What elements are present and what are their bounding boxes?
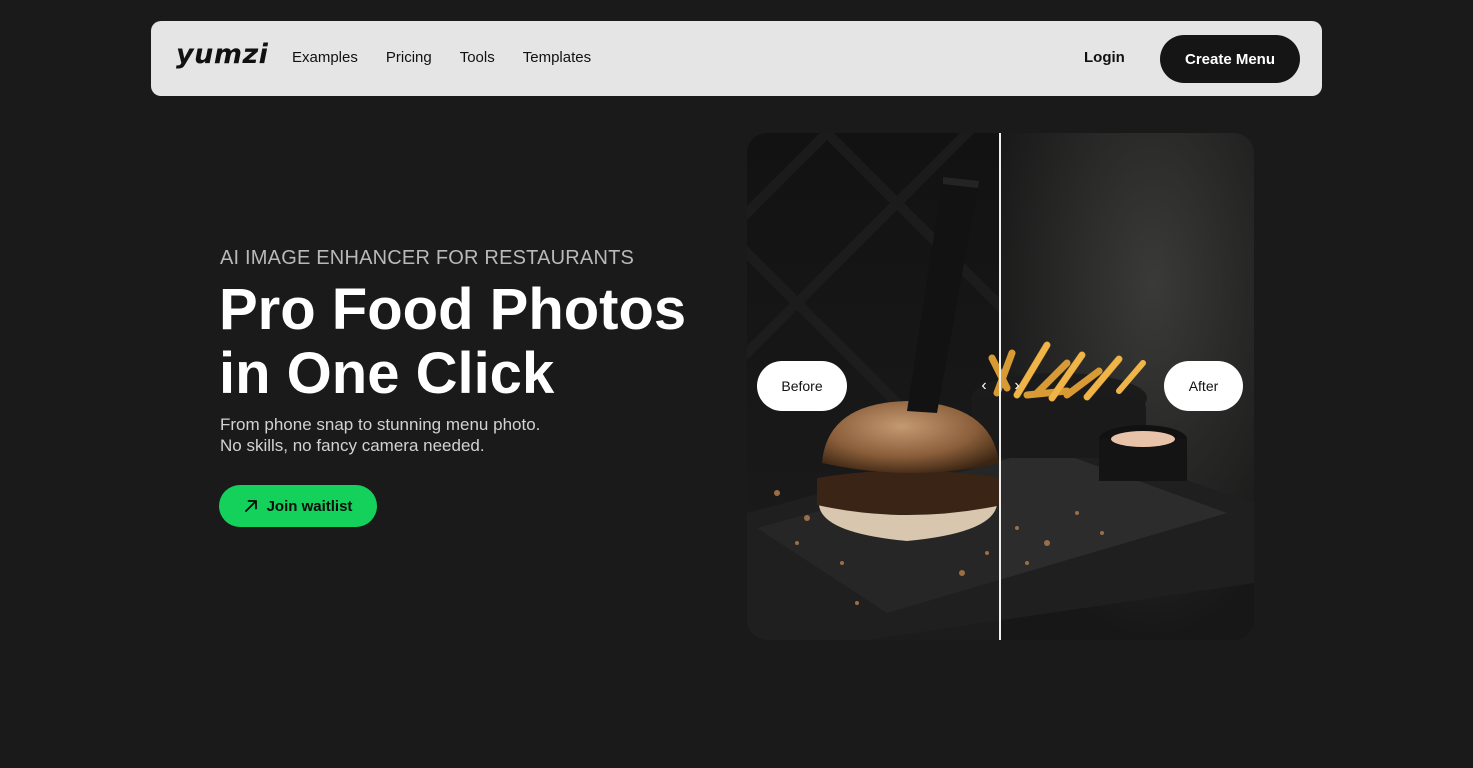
join-waitlist-button[interactable]: Join waitlist (219, 485, 377, 527)
login-link[interactable]: Login (1084, 49, 1125, 66)
before-label: Before (757, 361, 847, 411)
hero-subtext-line-1: From phone snap to stunning menu photo. (220, 415, 541, 434)
nav-link-pricing[interactable]: Pricing (386, 49, 432, 66)
nav-links: Examples Pricing Tools Templates (292, 49, 591, 66)
nav-link-examples[interactable]: Examples (292, 49, 358, 66)
hero-headline-line-2: in One Click (219, 341, 555, 406)
hero-headline-line-1: Pro Food Photos (219, 277, 687, 342)
arrow-up-right-icon (244, 500, 257, 512)
hero-subtext-line-2: No skills, no fancy camera needed. (220, 436, 485, 455)
chevron-left-icon[interactable]: ‹ (976, 376, 992, 396)
hero-subtext: From phone snap to stunning menu photo. … (220, 414, 540, 456)
logo[interactable]: yumzi (176, 39, 268, 70)
after-label: After (1164, 361, 1243, 411)
hero-headline: Pro Food Photos in One Click (219, 278, 719, 406)
hero-eyebrow: AI IMAGE ENHANCER FOR RESTAURANTS (220, 247, 635, 269)
navbar: yumzi Examples Pricing Tools Templates L… (151, 21, 1322, 96)
nav-link-tools[interactable]: Tools (460, 49, 495, 66)
comparison-divider-handle[interactable] (999, 133, 1001, 640)
nav-link-templates[interactable]: Templates (523, 49, 591, 66)
create-menu-button[interactable]: Create Menu (1160, 35, 1300, 83)
before-after-comparison[interactable]: ‹ › Before After (747, 133, 1254, 640)
chevron-right-icon[interactable]: › (1009, 376, 1025, 396)
join-waitlist-label: Join waitlist (266, 497, 353, 515)
